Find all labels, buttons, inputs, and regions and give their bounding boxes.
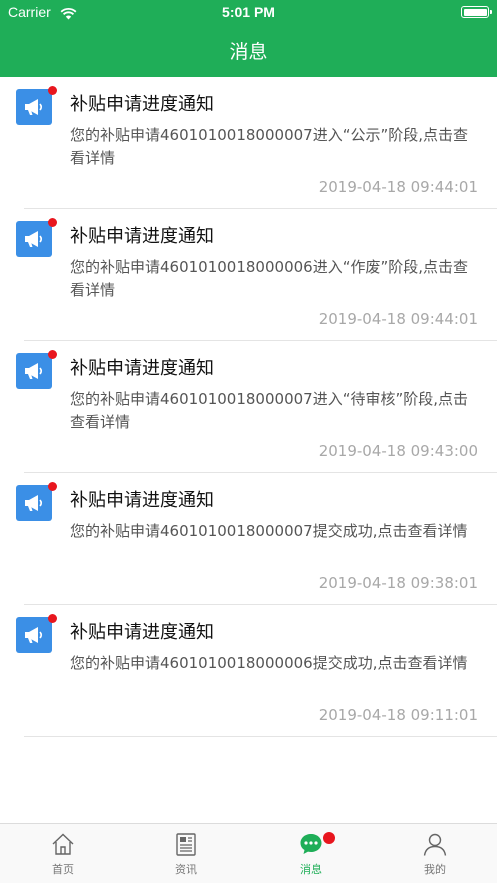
message-time: 2019-04-18 09:38:01	[318, 574, 478, 592]
tab-3[interactable]: 我的	[373, 824, 497, 884]
message-title: 补贴申请进度通知	[70, 490, 214, 511]
unread-dot	[48, 218, 57, 227]
message-item[interactable]: 补贴申请进度通知您的补贴申请4601010018000007进入“公示”阶段,点…	[0, 77, 497, 209]
message-time: 2019-04-18 09:44:01	[318, 310, 478, 328]
megaphone-icon	[16, 89, 52, 125]
megaphone-icon	[16, 221, 52, 257]
unread-dot	[48, 482, 57, 491]
message-item[interactable]: 补贴申请进度通知您的补贴申请4601010018000007提交成功,点击查看详…	[0, 473, 497, 605]
megaphone-icon	[16, 485, 52, 521]
message-title: 补贴申请进度通知	[70, 94, 214, 115]
message-body: 您的补贴申请4601010018000007进入“待审核”阶段,点击查看详情	[70, 390, 469, 431]
message-title: 补贴申请进度通知	[70, 226, 214, 247]
app-header: Carrier 5:01 PM 消息	[0, 0, 497, 77]
message-item[interactable]: 补贴申请进度通知您的补贴申请4601010018000007进入“待审核”阶段,…	[0, 341, 497, 473]
tab-label: 资讯	[175, 863, 197, 876]
megaphone-icon	[16, 353, 52, 389]
unread-dot	[48, 614, 57, 623]
message-body: 您的补贴申请4601010018000007进入“公示”阶段,点击查看详情	[70, 126, 469, 167]
message-time: 2019-04-18 09:44:01	[318, 178, 478, 196]
message-title: 补贴申请进度通知	[70, 358, 214, 379]
message-time: 2019-04-18 09:43:00	[318, 442, 478, 460]
message-time: 2019-04-18 09:11:01	[318, 706, 478, 724]
divider	[24, 736, 497, 737]
unread-dot	[48, 86, 57, 95]
unread-dot	[48, 350, 57, 359]
message-item[interactable]: 补贴申请进度通知您的补贴申请4601010018000006提交成功,点击查看详…	[0, 605, 497, 737]
message-body: 您的补贴申请4601010018000006进入“作废”阶段,点击查看详情	[70, 258, 469, 299]
message-item[interactable]: 补贴申请进度通知您的补贴申请4601010018000006进入“作废”阶段,点…	[0, 209, 497, 341]
message-body: 您的补贴申请4601010018000007提交成功,点击查看详情	[70, 522, 468, 540]
page-title: 消息	[229, 41, 268, 63]
megaphone-icon	[16, 617, 52, 653]
tab-1[interactable]: 资讯	[124, 824, 248, 884]
tab-label: 首页	[52, 863, 74, 876]
tab-label: 消息	[300, 863, 322, 876]
tab-2[interactable]: 消息	[249, 824, 373, 884]
battery-icon	[461, 6, 492, 18]
status-bar: Carrier 5:01 PM	[0, 0, 497, 26]
message-list: 补贴申请进度通知您的补贴申请4601010018000007进入“公示”阶段,点…	[0, 77, 497, 737]
tab-label: 我的	[424, 863, 446, 876]
message-title: 补贴申请进度通知	[70, 622, 214, 643]
tab-0[interactable]: 首页	[1, 824, 125, 884]
status-time: 5:01 PM	[222, 4, 275, 20]
tab-bar: 首页 资讯 消息 我的	[0, 823, 497, 883]
message-body: 您的补贴申请4601010018000006提交成功,点击查看详情	[70, 654, 468, 672]
tab-badge	[323, 832, 335, 844]
